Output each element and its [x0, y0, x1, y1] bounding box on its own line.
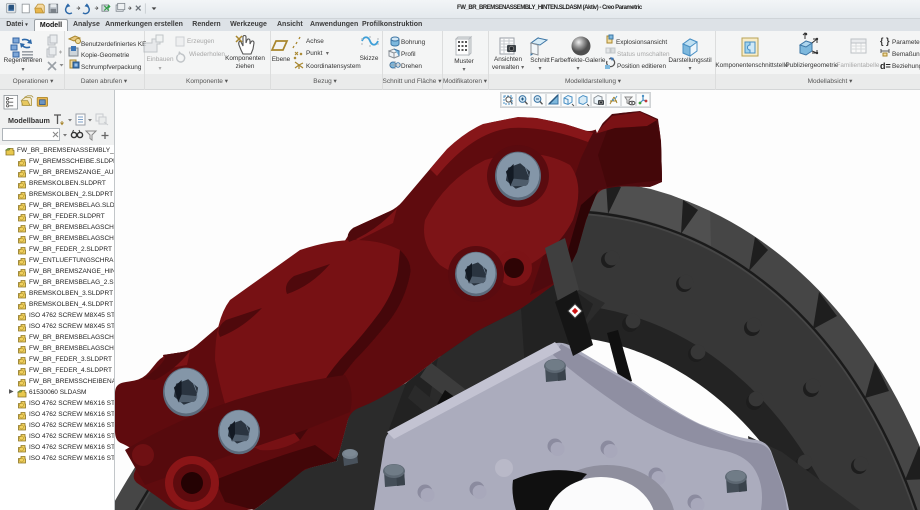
- svg-text:d=: d=: [880, 61, 891, 71]
- svg-text:{ }: { }: [880, 36, 890, 46]
